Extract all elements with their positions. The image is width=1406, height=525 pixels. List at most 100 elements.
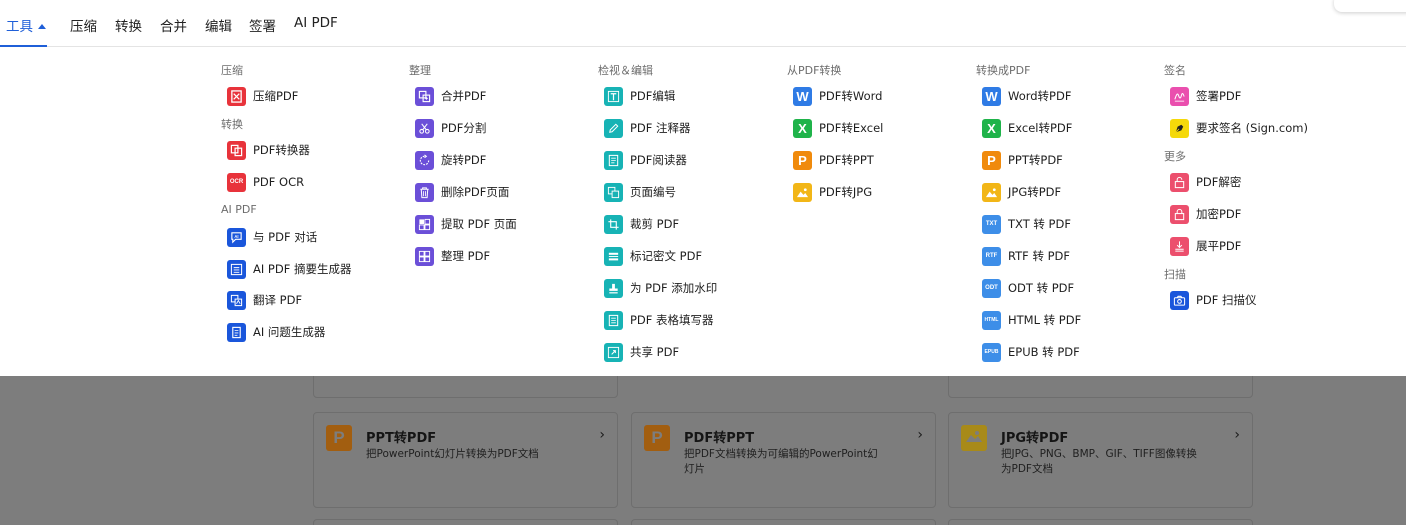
menu-item-translate-pdf[interactable]: 翻译 PDF: [227, 290, 302, 310]
word-icon: W: [793, 86, 812, 106]
nav-edit[interactable]: 编辑: [205, 15, 232, 35]
tool-card-bottom-3[interactable]: [948, 519, 1253, 525]
ocr-icon: OCR: [227, 172, 246, 192]
stamp-icon: [604, 278, 623, 298]
odt-icon: ODT: [982, 278, 1001, 298]
menu-item-pdf-converter[interactable]: PDF转换器: [227, 140, 310, 160]
menu-item-label: AI PDF 摘要生成器: [253, 262, 352, 276]
scissors-icon: [415, 118, 434, 138]
ai-badge: AI: [234, 233, 238, 238]
nav-tools-label: 工具: [6, 19, 33, 35]
menu-item-edit-pdf[interactable]: PDF编辑: [604, 86, 675, 106]
nav-convert[interactable]: 转换: [115, 15, 142, 35]
epub-icon: EPUB: [982, 342, 1001, 362]
menu-item-label: 合并PDF: [441, 89, 487, 103]
menu-item-label: PDF阅读器: [630, 153, 687, 167]
menu-item-jpg-to-pdf[interactable]: JPG转PDF: [982, 182, 1061, 202]
pen-nib-icon: [1170, 118, 1189, 138]
extract-icon: [415, 214, 434, 234]
pen-icon: [604, 118, 623, 138]
summary-list-icon: [227, 259, 246, 279]
menu-item-label: TXT 转 PDF: [1008, 217, 1071, 231]
menu-item-label: PDF转换器: [253, 143, 310, 157]
menu-item-add-watermark[interactable]: 为 PDF 添加水印: [604, 278, 717, 298]
txt-badge: TXT: [985, 221, 998, 227]
caret-up-icon: [38, 24, 46, 29]
menu-item-annotate-pdf[interactable]: PDF 注释器: [604, 118, 691, 138]
image-icon: [982, 182, 1001, 202]
tool-card-ppt-to-pdf[interactable]: P PPT转PDF 把PowerPoint幻灯片转换为PDF文档 ›: [313, 412, 618, 508]
unlock-icon: [1170, 172, 1189, 192]
question-doc-icon: [227, 322, 246, 342]
tool-card-pdf-to-ppt[interactable]: P PDF转PPT 把PDF文档转换为可编辑的PowerPoint幻灯片 ›: [631, 412, 936, 508]
menu-item-ppt-to-pdf[interactable]: P PPT转PDF: [982, 150, 1063, 170]
menu-item-word-to-pdf[interactable]: W Word转PDF: [982, 86, 1071, 106]
menu-item-label: PDF解密: [1196, 175, 1242, 189]
nav-tools[interactable]: 工具: [6, 15, 46, 35]
nav-merge[interactable]: 合并: [160, 15, 187, 35]
nav-compress[interactable]: 压缩: [70, 15, 97, 35]
excel-badge: X: [987, 120, 996, 136]
menu-item-merge-pdf[interactable]: 合并PDF: [415, 86, 486, 106]
menu-item-extract-pages[interactable]: 提取 PDF 页面: [415, 214, 517, 234]
menu-item-label: 为 PDF 添加水印: [630, 281, 718, 295]
tool-card-bottom-2[interactable]: [631, 519, 936, 525]
menu-item-excel-to-pdf[interactable]: X Excel转PDF: [982, 118, 1072, 138]
menu-item-odt-to-pdf[interactable]: ODT ODT 转 PDF: [982, 278, 1074, 298]
menu-item-pdf-ocr[interactable]: OCR PDF OCR: [227, 172, 304, 192]
menu-item-redact-pdf[interactable]: 标记密文 PDF: [604, 246, 702, 266]
nav-sign[interactable]: 签署: [249, 15, 276, 35]
chevron-right-icon: ›: [599, 427, 605, 443]
menu-item-ai-summary[interactable]: AI PDF 摘要生成器: [227, 259, 351, 279]
menu-item-pdf-to-ppt[interactable]: P PDF转PPT: [793, 150, 874, 170]
menu-item-compress-pdf[interactable]: 压缩PDF: [227, 86, 298, 106]
reader-icon: [604, 150, 623, 170]
menu-item-label: PPT转PDF: [1008, 153, 1063, 167]
menu-item-share-pdf[interactable]: 共享 PDF: [604, 342, 679, 362]
menu-item-split-pdf[interactable]: PDF分割: [415, 118, 486, 138]
menu-item-pdf-to-jpg[interactable]: PDF转JPG: [793, 182, 872, 202]
nav-ai-pdf[interactable]: AI PDF: [294, 15, 338, 31]
chevron-right-icon: ›: [917, 427, 923, 443]
menu-item-unlock-pdf[interactable]: PDF解密: [1170, 172, 1241, 192]
menu-item-txt-to-pdf[interactable]: TXT TXT 转 PDF: [982, 214, 1071, 234]
menu-item-label: PDF分割: [441, 121, 487, 135]
menu-item-label: 提取 PDF 页面: [441, 217, 517, 231]
menu-item-organize-pdf[interactable]: 整理 PDF: [415, 246, 490, 266]
menu-item-protect-pdf[interactable]: 加密PDF: [1170, 204, 1241, 224]
camera-icon: [1170, 290, 1189, 310]
menu-item-epub-to-pdf[interactable]: EPUB EPUB 转 PDF: [982, 342, 1080, 362]
menu-item-label: JPG转PDF: [1008, 185, 1062, 199]
menu-item-request-signature[interactable]: 要求签名 (Sign.com): [1170, 118, 1308, 138]
menu-item-label: PDF转PPT: [819, 153, 874, 167]
menu-item-pdf-to-excel[interactable]: X PDF转Excel: [793, 118, 883, 138]
menu-item-form-filler[interactable]: PDF 表格填写器: [604, 310, 714, 330]
ppt-icon: P: [982, 150, 1001, 170]
menu-item-ai-question[interactable]: AI 问题生成器: [227, 322, 325, 342]
menu-item-chat-with-pdf[interactable]: AI 与 PDF 对话: [227, 227, 317, 247]
signature-icon: [1170, 86, 1189, 106]
menu-item-delete-pages[interactable]: 删除PDF页面: [415, 182, 509, 202]
menu-item-rtf-to-pdf[interactable]: RTF RTF 转 PDF: [982, 246, 1070, 266]
form-icon: [604, 310, 623, 330]
txt-icon: TXT: [982, 214, 1001, 234]
menu-item-rotate-pdf[interactable]: 旋转PDF: [415, 150, 486, 170]
tool-card-jpg-to-pdf[interactable]: JPG转PDF 把JPG、PNG、BMP、GIF、TIFF图像转换为PDF文档 …: [948, 412, 1253, 508]
menu-item-pdf-reader[interactable]: PDF阅读器: [604, 150, 687, 170]
menu-item-label: PDF 注释器: [630, 121, 691, 135]
group-title-ai-pdf: AI PDF: [221, 203, 257, 216]
menu-item-sign-pdf[interactable]: 签署PDF: [1170, 86, 1241, 106]
tool-card-bottom-1[interactable]: [313, 519, 618, 525]
group-title-signature: 签名: [1164, 64, 1186, 77]
menu-item-flatten-pdf[interactable]: 展平PDF: [1170, 236, 1241, 256]
chevron-right-icon: ›: [1234, 427, 1240, 443]
image-icon: [961, 425, 987, 451]
menu-item-page-numbers[interactable]: 页面编号: [604, 182, 676, 202]
ppt-icon: P: [326, 425, 352, 451]
menu-item-pdf-scanner[interactable]: PDF 扫描仪: [1170, 290, 1257, 310]
menu-item-html-to-pdf[interactable]: HTML HTML 转 PDF: [982, 310, 1081, 330]
menu-item-crop-pdf[interactable]: 裁剪 PDF: [604, 214, 679, 234]
menu-item-label: PDF 扫描仪: [1196, 293, 1257, 307]
menu-item-pdf-to-word[interactable]: W PDF转Word: [793, 86, 882, 106]
text-edit-icon: [604, 86, 623, 106]
